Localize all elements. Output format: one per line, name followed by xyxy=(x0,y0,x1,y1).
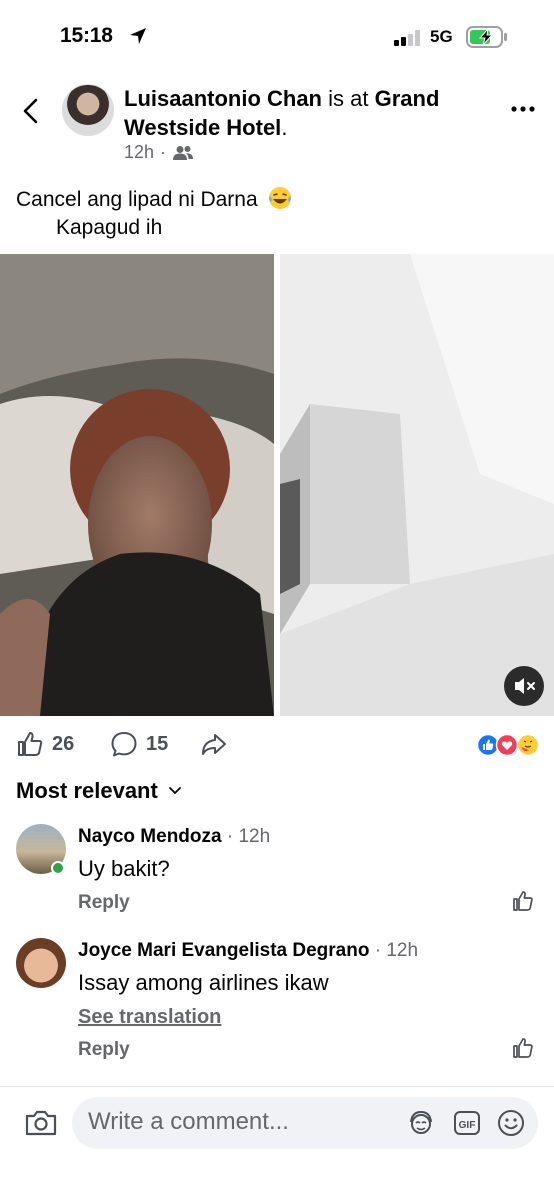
post-time[interactable]: 12h xyxy=(124,142,154,163)
selfie-image xyxy=(0,254,274,716)
comment-bubble-icon xyxy=(111,732,137,757)
comment-text: Uy bakit? xyxy=(78,856,170,881)
comment-like-icon[interactable] xyxy=(512,890,534,912)
post-caption-line2: Kapagud ih xyxy=(56,216,163,239)
laughing-tears-emoji-icon xyxy=(268,187,291,209)
svg-text:GIF: GIF xyxy=(459,1120,476,1131)
reaction-summary-icons[interactable] xyxy=(476,733,542,757)
online-status-dot xyxy=(51,861,65,875)
commenter-avatar[interactable] xyxy=(16,938,66,988)
avatar-sticker-icon[interactable] xyxy=(406,1108,436,1138)
battery-charging-icon xyxy=(466,26,507,48)
location-arrow-icon xyxy=(130,28,146,44)
comment-input-placeholder[interactable]: Write a comment... xyxy=(88,1108,289,1136)
share-button[interactable] xyxy=(200,730,228,758)
speaker-muted-icon xyxy=(515,678,535,694)
post-video-room[interactable] xyxy=(280,254,554,716)
status-bar: 15:18 5G xyxy=(0,0,554,74)
post-meta: 12h · xyxy=(124,142,194,163)
comment-sort-dropdown[interactable]: Most relevant xyxy=(16,778,182,804)
room-video-frame xyxy=(280,254,554,716)
reply-button[interactable]: Reply xyxy=(78,1039,130,1061)
comment-author[interactable]: Joyce Mari Evangelista Degrano · 12h xyxy=(78,940,418,962)
comment-time: · 12h xyxy=(221,826,271,847)
post-header-title: Luisaantonio Chan is at Grand Westside H… xyxy=(124,84,504,142)
comment-author[interactable]: Nayco Mendoza · 12h xyxy=(78,826,270,848)
status-time: 15:18 xyxy=(60,24,113,47)
comment-like-icon[interactable] xyxy=(512,1037,534,1059)
see-translation-link[interactable]: See translation xyxy=(78,1006,221,1029)
comment-text: Issay among airlines ikaw xyxy=(78,970,329,995)
post-caption-line1: Cancel ang lipad ni Darna xyxy=(16,186,292,212)
comment-button[interactable]: 15 xyxy=(110,730,168,758)
friends-icon xyxy=(173,145,194,160)
caption-text-1: Cancel ang lipad ni Darna xyxy=(16,188,258,211)
checkin-connector: is at xyxy=(328,86,369,111)
reply-button[interactable]: Reply xyxy=(78,892,130,914)
chevron-down-icon xyxy=(168,787,181,795)
meta-separator: · xyxy=(160,142,167,162)
thumbs-up-icon xyxy=(18,732,43,756)
like-count: 26 xyxy=(52,732,75,755)
emoji-icon[interactable] xyxy=(496,1108,526,1138)
gif-icon[interactable]: GIF xyxy=(452,1108,482,1138)
poster-avatar[interactable] xyxy=(62,84,114,136)
back-arrow-icon[interactable] xyxy=(20,97,42,125)
comment-count: 15 xyxy=(146,732,169,755)
post-photo-selfie[interactable] xyxy=(0,254,274,716)
comment-author-name[interactable]: Nayco Mendoza xyxy=(78,826,222,847)
camera-icon[interactable] xyxy=(24,1108,58,1138)
more-options-icon[interactable] xyxy=(510,104,536,114)
sort-label: Most relevant xyxy=(16,778,158,803)
poster-name[interactable]: Luisaantonio Chan xyxy=(124,86,322,111)
video-mute-button[interactable] xyxy=(504,666,544,706)
title-period: . xyxy=(281,115,288,140)
comment-author-name[interactable]: Joyce Mari Evangelista Degrano xyxy=(78,940,369,961)
comment-time: · 12h xyxy=(369,940,419,961)
like-button[interactable]: 26 xyxy=(16,730,74,758)
share-arrow-icon xyxy=(202,734,226,755)
network-type: 5G xyxy=(430,27,453,46)
cellular-signal-icon xyxy=(394,30,420,46)
